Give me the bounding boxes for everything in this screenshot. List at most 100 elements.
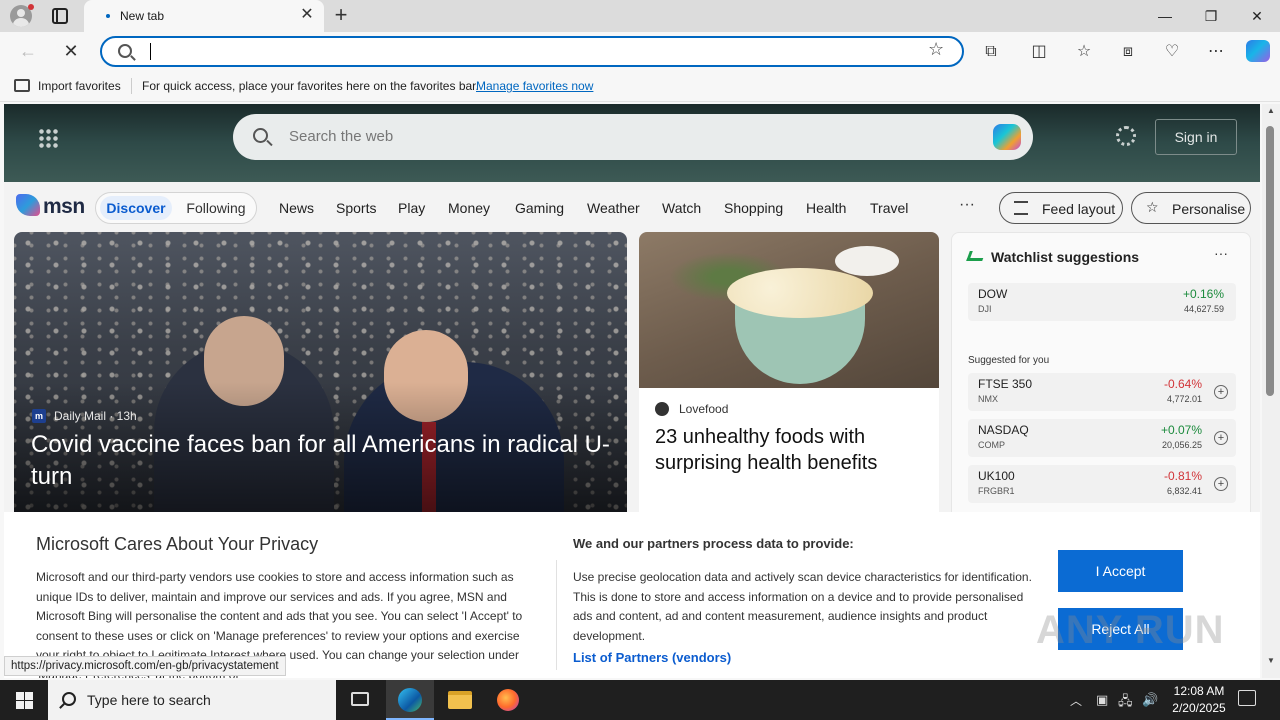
- food-headline[interactable]: 23 unhealthy foods with surprising healt…: [655, 424, 925, 476]
- stock-value: 20,056.25: [1161, 440, 1202, 450]
- msn-nav-bar: msn Discover Following News Sports Play …: [4, 182, 1260, 232]
- network-icon[interactable]: 🖧: [1118, 692, 1133, 714]
- web-search-box[interactable]: Search the web: [233, 114, 1033, 160]
- task-view-button[interactable]: [336, 680, 384, 720]
- tab-strip: New tab ✕ + — ❐ ✕: [0, 0, 1280, 32]
- settings-more-icon[interactable]: ⋯: [1200, 40, 1232, 64]
- nav-watch[interactable]: Watch: [662, 200, 701, 216]
- favorite-star-icon[interactable]: ☆: [928, 39, 944, 60]
- nav-news[interactable]: News: [279, 200, 314, 216]
- stock-row[interactable]: NASDAQ COMP +0.07% 20,056.25 +: [968, 419, 1236, 457]
- taskbar: Type here to search ︿ ▣ 🖧 🔊 12:08 AM 2/2…: [0, 680, 1280, 720]
- tab-discover[interactable]: Discover: [100, 196, 172, 220]
- anyrun-watermark: ANY RUN: [1036, 608, 1225, 652]
- restore-icon[interactable]: ❐: [1188, 0, 1234, 32]
- nav-gaming[interactable]: Gaming: [515, 200, 564, 216]
- food-image-popcorn: [727, 268, 873, 318]
- stock-value: 6,832.41: [1166, 486, 1202, 496]
- favorites-bar: Import favorites For quick access, place…: [0, 70, 1280, 102]
- stock-row[interactable]: FTSE 350 NMX -0.64% 4,772.01 +: [968, 373, 1236, 411]
- taskbar-search-placeholder: Type here to search: [87, 692, 211, 708]
- gear-icon[interactable]: [1116, 126, 1136, 146]
- stock-value: 44,627.59: [1183, 304, 1224, 314]
- import-favorites-button[interactable]: Import favorites: [38, 79, 121, 93]
- notification-icon[interactable]: [1238, 690, 1256, 706]
- tray-overflow-chevron-icon[interactable]: ︿: [1070, 692, 1082, 709]
- start-button[interactable]: [0, 680, 48, 720]
- favorites-icon[interactable]: ☆: [1068, 40, 1100, 64]
- partners-link[interactable]: List of Partners (vendors): [573, 650, 731, 665]
- search-icon: [118, 44, 132, 58]
- stock-name: UK100: [978, 469, 1015, 483]
- hero-source: Daily Mail · 13h: [54, 409, 137, 423]
- clock-time[interactable]: 12:08 AM: [1168, 684, 1230, 698]
- task-view-icon: [351, 692, 369, 706]
- sign-in-button[interactable]: Sign in: [1155, 119, 1237, 155]
- stock-change: +0.07%: [1160, 423, 1202, 437]
- tab-new-tab[interactable]: New tab ✕: [84, 0, 324, 32]
- web-search-placeholder: Search the web: [289, 128, 394, 145]
- add-to-watchlist-plus-icon[interactable]: +: [1214, 431, 1228, 445]
- firefox-icon: [497, 689, 519, 711]
- address-bar[interactable]: ☆: [100, 36, 964, 67]
- collections-icon[interactable]: ⧈: [1112, 40, 1144, 64]
- sliders-icon: [1014, 201, 1028, 215]
- food-news-card[interactable]: Lovefood 23 unhealthy foods with surpris…: [639, 232, 939, 522]
- stop-loading-icon[interactable]: ✕: [56, 36, 86, 66]
- tab-close-icon[interactable]: ✕: [298, 6, 316, 24]
- copilot-icon[interactable]: [1246, 40, 1270, 62]
- app-launcher-icon[interactable]: [38, 128, 58, 148]
- text-caret: [150, 43, 151, 60]
- nav-play[interactable]: Play: [398, 200, 425, 216]
- tab-title: New tab: [120, 9, 165, 23]
- close-window-icon[interactable]: ✕: [1234, 0, 1280, 32]
- hero-headline[interactable]: Covid vaccine faces ban for all American…: [31, 429, 611, 493]
- tab-actions-icon[interactable]: [52, 8, 68, 24]
- taskbar-firefox-button[interactable]: [484, 680, 532, 720]
- privacy-divider: [556, 560, 557, 670]
- stock-row[interactable]: DOW DJI +0.16% 44,627.59: [968, 283, 1236, 321]
- nav-health[interactable]: Health: [806, 200, 846, 216]
- browser-essentials-icon[interactable]: ♡: [1156, 40, 1188, 64]
- accept-button[interactable]: I Accept: [1058, 550, 1183, 592]
- stock-code: NMX: [978, 394, 998, 404]
- scrollbar-thumb[interactable]: [1266, 126, 1274, 396]
- tab-following[interactable]: Following: [178, 196, 254, 220]
- split-screen-icon[interactable]: ◫: [1023, 40, 1055, 64]
- windows-logo-pane: [25, 701, 33, 709]
- nav-sports[interactable]: Sports: [336, 200, 376, 216]
- nav-weather[interactable]: Weather: [587, 200, 640, 216]
- clock-date[interactable]: 2/20/2025: [1168, 701, 1230, 715]
- tab-loading-icon: [106, 14, 110, 18]
- scroll-up-arrow-icon[interactable]: ▲: [1262, 106, 1280, 118]
- stock-row[interactable]: UK100 FRGBR1 -0.81% 6,832.41 +: [968, 465, 1236, 503]
- hero-news-card[interactable]: m Daily Mail · 13h Covid vaccine faces b…: [14, 232, 627, 522]
- msn-logo[interactable]: msn: [16, 192, 85, 220]
- add-to-watchlist-plus-icon[interactable]: +: [1214, 385, 1228, 399]
- nav-travel[interactable]: Travel: [870, 200, 908, 216]
- watchlist-more-button[interactable]: ···: [1214, 245, 1228, 261]
- personalise-button[interactable]: ☆ Personalise: [1131, 192, 1251, 224]
- scroll-down-arrow-icon[interactable]: ▼: [1262, 656, 1280, 668]
- taskbar-explorer-button[interactable]: [436, 680, 484, 720]
- feed-layout-button[interactable]: Feed layout: [999, 192, 1123, 224]
- minimize-icon[interactable]: —: [1142, 0, 1188, 32]
- manage-favorites-link[interactable]: Manage favorites now: [476, 79, 593, 93]
- edge-icon: [398, 688, 422, 712]
- new-tab-plus-icon[interactable]: +: [330, 4, 352, 26]
- stock-code: DJI: [978, 304, 992, 314]
- volume-icon[interactable]: 🔊: [1142, 692, 1158, 708]
- copilot-icon[interactable]: [993, 124, 1021, 150]
- personalise-star-icon: ☆: [1146, 199, 1159, 215]
- taskbar-edge-button[interactable]: [386, 680, 434, 720]
- search-icon: [253, 128, 268, 143]
- tray-device-icon[interactable]: ▣: [1096, 692, 1108, 708]
- nav-money[interactable]: Money: [448, 200, 490, 216]
- extensions-icon[interactable]: ⧉: [975, 40, 1007, 64]
- windows-logo-icon: [16, 692, 24, 700]
- nav-more-button[interactable]: ···: [959, 196, 975, 214]
- taskbar-search-box[interactable]: Type here to search: [48, 680, 336, 720]
- nav-shopping[interactable]: Shopping: [724, 200, 783, 216]
- add-to-watchlist-plus-icon[interactable]: +: [1214, 477, 1228, 491]
- back-arrow-icon[interactable]: ←: [13, 36, 43, 66]
